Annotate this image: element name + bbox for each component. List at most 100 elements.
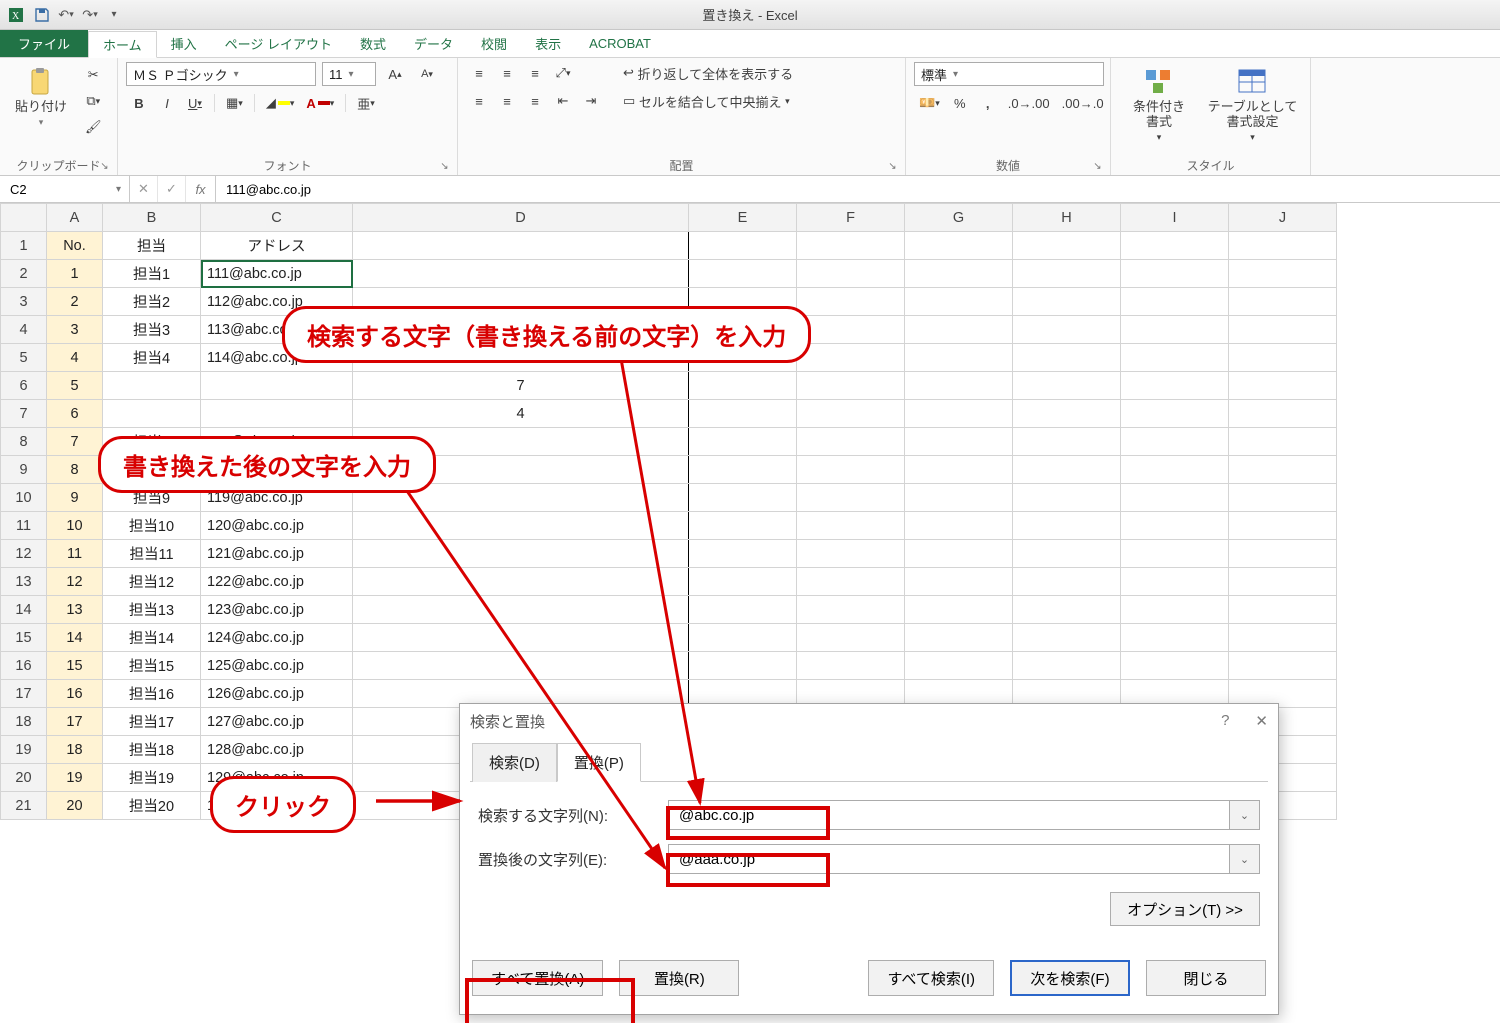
chevron-down-icon[interactable]: ▾ — [116, 184, 121, 195]
col-header-F[interactable]: F — [797, 204, 905, 232]
borders-button[interactable]: ▦▾ — [221, 92, 248, 114]
cell[interactable] — [905, 344, 1013, 372]
cell[interactable] — [1229, 260, 1337, 288]
cell[interactable] — [689, 456, 797, 484]
cell[interactable] — [1013, 260, 1121, 288]
fill-color-button[interactable]: ◢▾ — [261, 92, 300, 114]
cell[interactable]: 4 — [353, 400, 689, 428]
cell[interactable] — [1229, 288, 1337, 316]
cell[interactable]: 17 — [47, 708, 103, 736]
cell[interactable]: 担当17 — [103, 708, 201, 736]
decrease-decimal-button[interactable]: .00→.0 — [1057, 92, 1109, 114]
cell[interactable] — [905, 456, 1013, 484]
cell[interactable] — [1121, 484, 1229, 512]
cell[interactable] — [797, 260, 905, 288]
cell[interactable] — [1013, 652, 1121, 680]
alignment-launcher[interactable]: ↘ — [886, 160, 899, 173]
row-header[interactable]: 12 — [1, 540, 47, 568]
find-all-button[interactable]: すべて検索(I) — [868, 960, 994, 996]
cell[interactable] — [1013, 456, 1121, 484]
cell[interactable] — [1121, 232, 1229, 260]
percent-button[interactable]: % — [947, 92, 973, 114]
cell[interactable] — [797, 400, 905, 428]
cell[interactable] — [905, 540, 1013, 568]
tab-replace[interactable]: 置換(P) — [557, 743, 641, 782]
cell[interactable]: 14 — [47, 624, 103, 652]
cell[interactable] — [353, 596, 689, 624]
cell[interactable] — [797, 512, 905, 540]
cell[interactable]: 19 — [47, 764, 103, 792]
cell[interactable] — [905, 484, 1013, 512]
decrease-indent-button[interactable]: ⇤ — [550, 90, 576, 112]
replace-button[interactable]: 置換(R) — [619, 960, 739, 996]
cell[interactable]: 3 — [47, 316, 103, 344]
tab-review[interactable]: 校閲 — [467, 30, 521, 57]
grow-font-button[interactable]: A▴ — [382, 63, 408, 85]
cell[interactable]: 18 — [47, 736, 103, 764]
worksheet[interactable]: ABCDEFGHIJ 1No.担当アドレス21担当1111@abc.co.jp3… — [0, 203, 1500, 1023]
cell[interactable]: 9 — [47, 484, 103, 512]
col-header-C[interactable]: C — [201, 204, 353, 232]
copy-button[interactable]: ⧉▾ — [80, 90, 107, 112]
cell[interactable] — [1229, 652, 1337, 680]
cell[interactable] — [797, 540, 905, 568]
cell[interactable] — [689, 568, 797, 596]
col-header-A[interactable]: A — [47, 204, 103, 232]
cell[interactable]: 担当4 — [103, 344, 201, 372]
cell[interactable] — [689, 540, 797, 568]
phonetic-button[interactable]: 亜▾ — [352, 92, 380, 114]
cell[interactable] — [689, 652, 797, 680]
row-header[interactable]: 20 — [1, 764, 47, 792]
row-header[interactable]: 4 — [1, 316, 47, 344]
cell[interactable]: 担当16 — [103, 680, 201, 708]
cell[interactable]: 111@abc.co.jp — [201, 260, 353, 288]
cell[interactable] — [797, 456, 905, 484]
cell[interactable]: 121@abc.co.jp — [201, 540, 353, 568]
cell[interactable] — [353, 652, 689, 680]
cell[interactable]: 6 — [47, 400, 103, 428]
align-center-button[interactable]: ≡ — [494, 90, 520, 112]
tab-data[interactable]: データ — [400, 30, 467, 57]
cell[interactable]: 担当2 — [103, 288, 201, 316]
cell[interactable] — [1229, 568, 1337, 596]
cell[interactable] — [1121, 540, 1229, 568]
cell[interactable] — [103, 400, 201, 428]
enter-button[interactable]: ✓ — [158, 176, 186, 202]
fx-button[interactable]: fx — [186, 176, 216, 202]
tab-insert[interactable]: 挿入 — [157, 30, 211, 57]
col-header-D[interactable]: D — [353, 204, 689, 232]
cell[interactable]: アドレス — [201, 232, 353, 260]
cell[interactable]: 担当11 — [103, 540, 201, 568]
cell[interactable] — [1229, 372, 1337, 400]
cell[interactable] — [905, 428, 1013, 456]
cell[interactable] — [103, 372, 201, 400]
italic-button[interactable]: I — [154, 92, 180, 114]
cell[interactable]: 4 — [47, 344, 103, 372]
cell[interactable] — [905, 232, 1013, 260]
select-all-corner[interactable] — [1, 204, 47, 232]
cell[interactable] — [1229, 344, 1337, 372]
cell[interactable]: 担当 — [103, 232, 201, 260]
cell[interactable] — [1121, 568, 1229, 596]
cell[interactable]: 担当3 — [103, 316, 201, 344]
options-button[interactable]: オプション(T) >> — [1110, 892, 1260, 926]
cell[interactable]: 124@abc.co.jp — [201, 624, 353, 652]
cell[interactable] — [1229, 540, 1337, 568]
cell[interactable] — [689, 484, 797, 512]
cell[interactable]: 122@abc.co.jp — [201, 568, 353, 596]
cell[interactable] — [1121, 456, 1229, 484]
cell[interactable] — [905, 624, 1013, 652]
cell[interactable] — [1013, 232, 1121, 260]
tab-page-layout[interactable]: ページ レイアウト — [211, 30, 346, 57]
cell[interactable] — [1013, 316, 1121, 344]
number-launcher[interactable]: ↘ — [1091, 160, 1104, 173]
cell[interactable] — [797, 428, 905, 456]
cell[interactable] — [1121, 624, 1229, 652]
align-bottom-button[interactable]: ≡ — [522, 62, 548, 84]
format-painter-button[interactable]: 🖌 — [80, 116, 107, 138]
find-history-dropdown[interactable]: ⌄ — [1230, 800, 1260, 830]
cell[interactable] — [797, 232, 905, 260]
cell[interactable] — [689, 624, 797, 652]
cell[interactable] — [905, 288, 1013, 316]
font-color-button[interactable]: A▾ — [301, 92, 339, 114]
